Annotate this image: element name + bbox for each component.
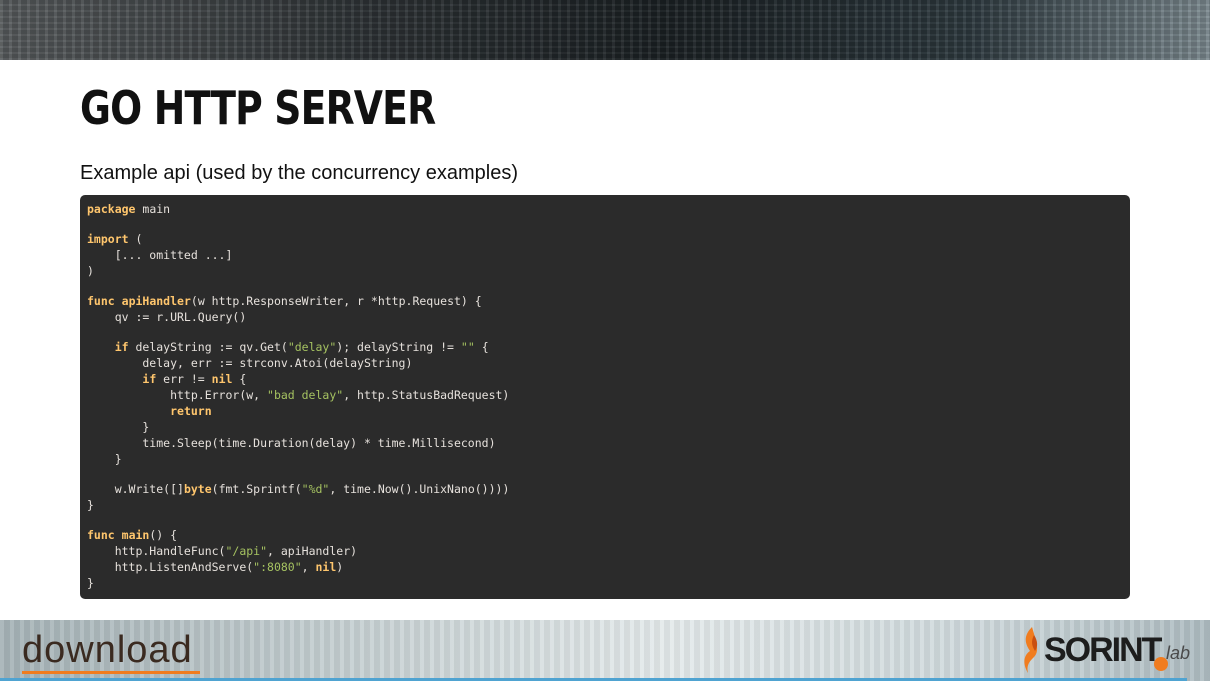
code-line: qv := r.URL.Query() [87, 309, 1123, 325]
code-string: ":8080" [253, 560, 302, 574]
code-line: [... omitted ...] [87, 247, 1123, 263]
code-text: http.ListenAndServe( [87, 560, 254, 574]
code-keyword: import [87, 232, 129, 246]
code-function-name: main [121, 528, 150, 542]
code-line: return [87, 403, 1123, 419]
code-line: http.ListenAndServe(":8080", nil) [87, 559, 1123, 575]
code-keyword: func [87, 294, 115, 308]
code-text: delay, err := strconv.Atoi(delayString) [87, 356, 413, 370]
code-line: w.Write([]byte(fmt.Sprintf("%d", time.No… [87, 481, 1123, 497]
code-text: err != [156, 372, 212, 386]
code-line: package main [87, 201, 1123, 217]
code-text: qv := r.URL.Query() [87, 310, 247, 324]
code-keyword: func [87, 528, 115, 542]
code-text: } [87, 498, 94, 512]
code-keyword: return [170, 404, 212, 418]
code-text: () { [149, 528, 178, 542]
code-text: ) [336, 560, 344, 574]
code-text: , http.StatusBadRequest) [343, 388, 510, 402]
code-function-name: apiHandler [121, 294, 191, 308]
code-line: delay, err := strconv.Atoi(delayString) [87, 355, 1123, 371]
code-string: "/api" [225, 544, 268, 558]
code-text: } [87, 420, 150, 434]
download-logo: download [22, 629, 193, 671]
code-text: , apiHandler) [267, 544, 358, 558]
code-line: func main() { [87, 527, 1123, 543]
slide-subtitle: Example api (used by the concurrency exa… [80, 162, 518, 184]
header-banner [0, 0, 1210, 60]
code-line: func apiHandler(w http.ResponseWriter, r… [87, 293, 1123, 309]
code-text: main [135, 202, 171, 216]
download-logo-underline [22, 671, 200, 674]
sorint-brand-text: SORINT [1044, 631, 1162, 669]
code-line: } [87, 575, 1123, 591]
code-line: if delayString := qv.Get("delay"); delay… [87, 339, 1123, 355]
code-string: "" [460, 340, 475, 354]
code-keyword: nil [211, 372, 233, 386]
code-text: delayString := qv.Get( [128, 340, 288, 354]
code-text: { [232, 372, 247, 386]
code-text: [... omitted ...] [87, 248, 233, 262]
code-block[interactable]: package main import ( [... omitted ...]) f… [80, 195, 1130, 599]
code-text: ( [128, 232, 143, 246]
code-line: } [87, 451, 1123, 467]
code-text: ) [87, 264, 94, 278]
code-line: http.HandleFunc("/api", apiHandler) [87, 543, 1123, 559]
flame-icon [1024, 627, 1038, 673]
code-line: if err != nil { [87, 371, 1123, 387]
code-line: } [87, 419, 1123, 435]
code-keyword: package [87, 202, 136, 216]
code-text: , [301, 560, 316, 574]
code-text: http.Error(w, [87, 388, 268, 402]
code-line: import ( [87, 231, 1123, 247]
sorint-lab-suffix: lab [1166, 643, 1191, 663]
code-text: , time.Now().UnixNano()))) [329, 482, 510, 496]
code-keyword: nil [315, 560, 337, 574]
code-text: w.Write([] [87, 482, 184, 496]
code-keyword: if [142, 372, 157, 386]
code-text: time.Sleep(time.Duration(delay) * time.M… [87, 436, 496, 450]
slide-title: Go HTTP Server [80, 81, 436, 135]
code-line: time.Sleep(time.Duration(delay) * time.M… [87, 435, 1123, 451]
code-text: (w http.ResponseWriter, r *http.Request)… [190, 294, 482, 308]
code-text: } [87, 576, 94, 590]
code-line: } [87, 497, 1123, 513]
code-keyword: byte [183, 482, 212, 496]
code-string: "delay" [287, 340, 337, 354]
code-string: "%d" [301, 482, 330, 496]
code-keyword: if [114, 340, 129, 354]
footer-banner: download SORINT lab [0, 620, 1210, 681]
code-string: "bad delay" [267, 388, 344, 402]
code-text: } [87, 452, 122, 466]
code-text: http.HandleFunc( [87, 544, 226, 558]
sorint-lab-logo: SORINT lab [1018, 623, 1193, 677]
code-text: { [474, 340, 489, 354]
code-line: ) [87, 263, 1123, 279]
code-line: http.Error(w, "bad delay", http.StatusBa… [87, 387, 1123, 403]
code-text: (fmt.Sprintf( [211, 482, 302, 496]
code-text: ); delayString != [336, 340, 461, 354]
